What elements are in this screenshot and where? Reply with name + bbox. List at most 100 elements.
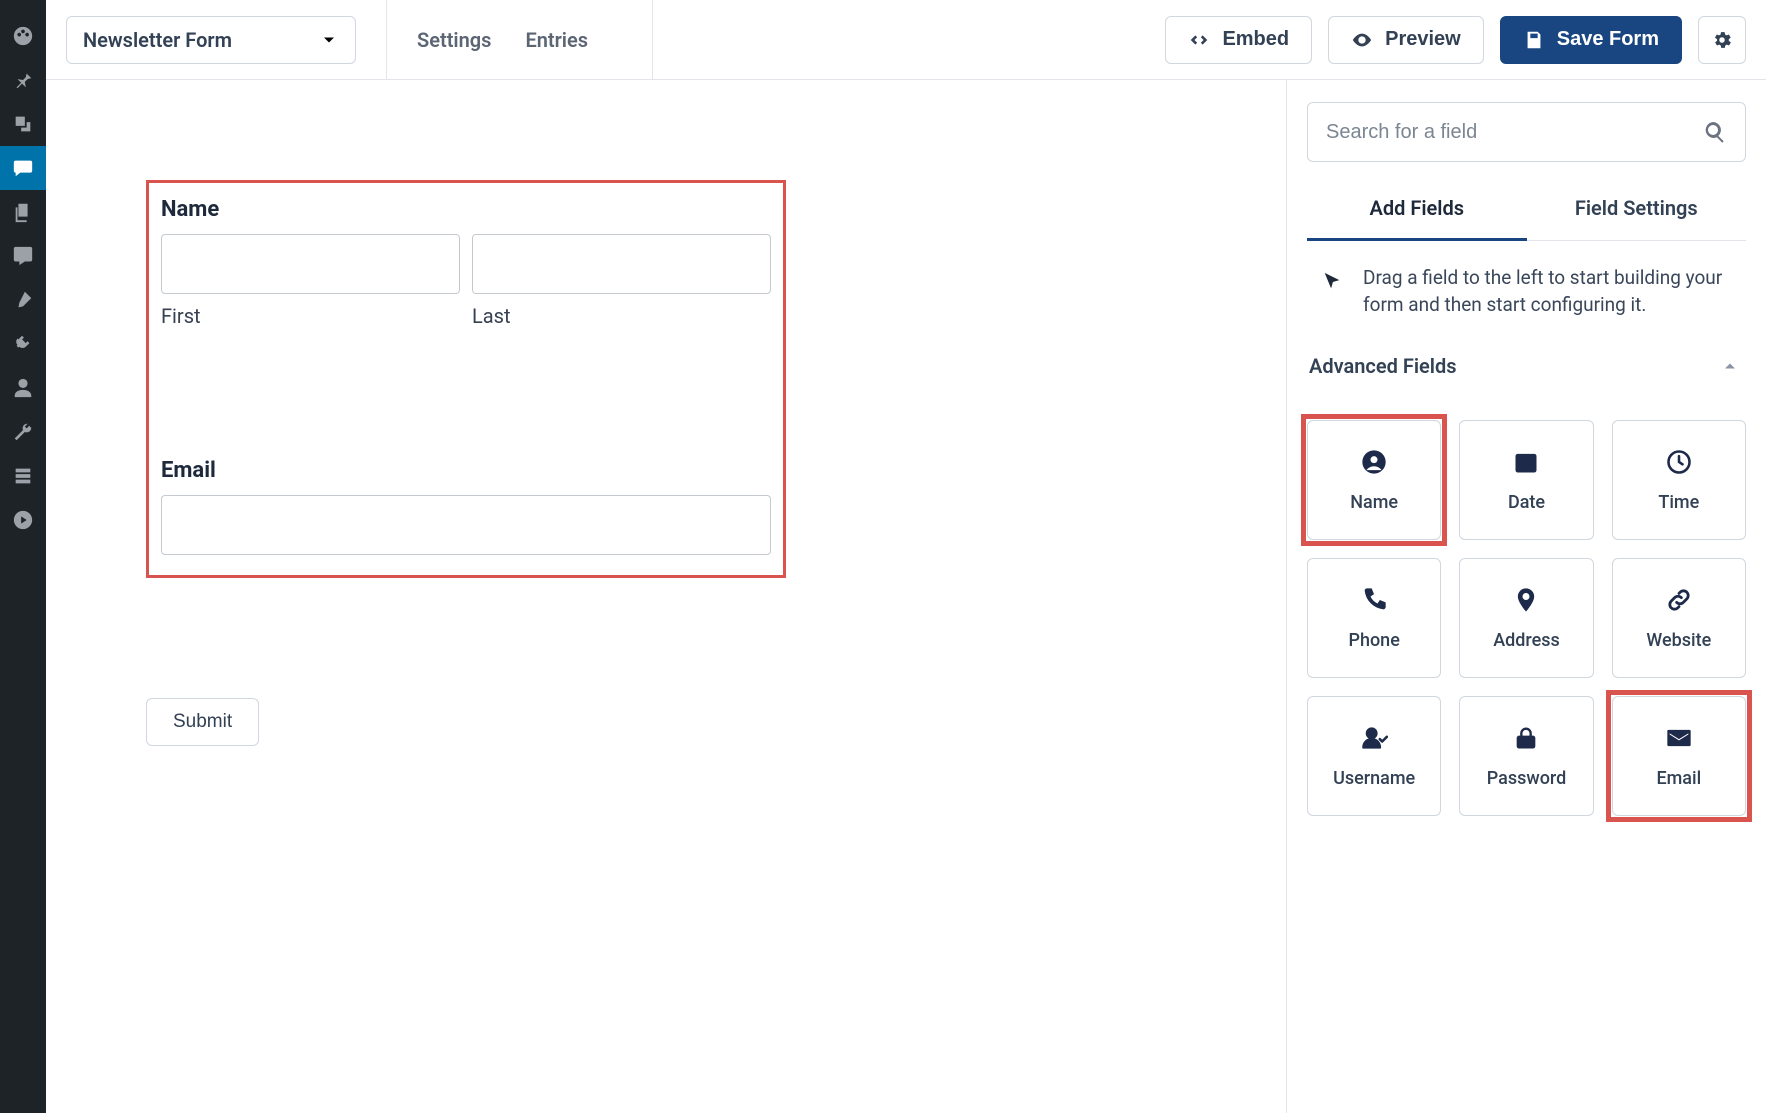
field-card-label: Password xyxy=(1487,768,1567,789)
chevron-up-icon xyxy=(1720,356,1740,376)
name-field-label: Name xyxy=(161,197,771,222)
user-circle-icon xyxy=(1360,448,1388,476)
field-card-label: Date xyxy=(1508,492,1545,513)
nav-tools[interactable] xyxy=(0,410,46,454)
fields-panel: Add Fields Field Settings Drag a field t… xyxy=(1286,80,1766,1113)
field-card[interactable]: Email xyxy=(1612,696,1746,816)
editor-body: Name First Last Email Sub xyxy=(46,80,1766,1113)
first-sublabel: First xyxy=(161,304,460,328)
nav-pages[interactable] xyxy=(0,190,46,234)
lock-icon xyxy=(1512,724,1540,752)
field-card-label: Username xyxy=(1333,768,1415,789)
field-card[interactable]: Username xyxy=(1307,696,1441,816)
field-card[interactable]: Name xyxy=(1307,420,1441,540)
form-canvas[interactable]: Name First Last Email Sub xyxy=(46,80,1286,1113)
save-button[interactable]: Save Form xyxy=(1500,16,1682,64)
tab-add-fields[interactable]: Add Fields xyxy=(1307,180,1527,241)
field-card-label: Address xyxy=(1493,630,1560,651)
name-field[interactable]: First Last xyxy=(161,234,771,328)
section-advanced-fields[interactable]: Advanced Fields xyxy=(1307,328,1746,390)
pin-icon xyxy=(1512,586,1540,614)
tab-field-settings[interactable]: Field Settings xyxy=(1527,180,1747,241)
drag-hint-text: Drag a field to the left to start buildi… xyxy=(1363,265,1740,318)
divider xyxy=(652,0,653,80)
phone-icon xyxy=(1360,586,1388,614)
wrench-icon xyxy=(12,421,34,443)
nav-dashboard[interactable] xyxy=(0,14,46,58)
mail-icon xyxy=(1665,724,1693,752)
nav-video[interactable] xyxy=(0,498,46,542)
form-selector-label: Newsletter Form xyxy=(83,28,232,52)
field-card-label: Phone xyxy=(1348,630,1399,651)
pages-icon xyxy=(12,201,34,223)
email-field-label: Email xyxy=(161,458,771,483)
field-card-label: Time xyxy=(1658,492,1699,513)
calendar-icon xyxy=(1512,448,1540,476)
advanced-fields-grid: Name Date Time Phone Address Website Username P… xyxy=(1307,390,1746,816)
email-field[interactable]: Email xyxy=(161,458,771,555)
highlighted-region: Name First Last Email xyxy=(146,180,786,578)
main-area: Newsletter Form Settings Entries Embed P… xyxy=(46,0,1766,1113)
wp-admin-sidebar xyxy=(0,0,46,1113)
field-card[interactable]: Address xyxy=(1459,558,1593,678)
sliders-icon xyxy=(12,465,34,487)
field-card[interactable]: Website xyxy=(1612,558,1746,678)
nav-forms[interactable] xyxy=(0,146,46,190)
field-card[interactable]: Time xyxy=(1612,420,1746,540)
nav-pin[interactable] xyxy=(0,58,46,102)
nav-media[interactable] xyxy=(0,102,46,146)
drag-hint: Drag a field to the left to start buildi… xyxy=(1307,241,1746,328)
chevron-down-icon xyxy=(319,30,339,50)
preview-button[interactable]: Preview xyxy=(1328,16,1484,64)
nav-settings[interactable] xyxy=(0,454,46,498)
field-search[interactable] xyxy=(1307,102,1746,162)
nav-comments[interactable] xyxy=(0,234,46,278)
cursor-icon xyxy=(1321,271,1343,293)
nav-plugins[interactable] xyxy=(0,322,46,366)
field-search-input[interactable] xyxy=(1326,121,1703,144)
last-sublabel: Last xyxy=(472,304,771,328)
save-icon xyxy=(1523,29,1545,51)
plug-icon xyxy=(12,333,34,355)
field-card[interactable]: Date xyxy=(1459,420,1593,540)
comment-icon xyxy=(12,245,34,267)
field-card-label: Name xyxy=(1350,492,1398,513)
section-label: Advanced Fields xyxy=(1309,354,1457,378)
submit-label: Submit xyxy=(173,711,232,733)
form-selector[interactable]: Newsletter Form xyxy=(66,16,356,64)
tab-entries[interactable]: Entries xyxy=(525,28,588,52)
save-label: Save Form xyxy=(1557,28,1659,51)
field-card-password[interactable]: Password xyxy=(1459,696,1593,816)
nav-users[interactable] xyxy=(0,366,46,410)
field-card-time[interactable]: Time xyxy=(1612,420,1746,540)
form-settings-button[interactable] xyxy=(1698,16,1746,64)
field-card-username[interactable]: Username xyxy=(1307,696,1441,816)
field-card-phone[interactable]: Phone xyxy=(1307,558,1441,678)
tab-settings[interactable]: Settings xyxy=(417,28,491,52)
embed-label: Embed xyxy=(1222,28,1289,51)
email-input[interactable] xyxy=(161,495,771,555)
field-card-address[interactable]: Address xyxy=(1459,558,1593,678)
panel-tabs: Add Fields Field Settings xyxy=(1307,180,1746,241)
dashboard-icon xyxy=(12,25,34,47)
field-card-website[interactable]: Website xyxy=(1612,558,1746,678)
user-check-icon xyxy=(1360,724,1388,752)
brush-icon xyxy=(12,289,34,311)
field-card-label: Website xyxy=(1646,630,1711,651)
clock-icon xyxy=(1665,448,1693,476)
embed-button[interactable]: Embed xyxy=(1165,16,1312,64)
user-icon xyxy=(12,377,34,399)
form-icon xyxy=(12,157,34,179)
field-card[interactable]: Password xyxy=(1459,696,1593,816)
field-card-email[interactable]: Email xyxy=(1612,696,1746,816)
gear-icon xyxy=(1711,29,1733,51)
preview-label: Preview xyxy=(1385,28,1461,51)
nav-appearance[interactable] xyxy=(0,278,46,322)
field-card[interactable]: Phone xyxy=(1307,558,1441,678)
submit-button[interactable]: Submit xyxy=(146,698,259,746)
last-name-input[interactable] xyxy=(472,234,771,294)
field-card-date[interactable]: Date xyxy=(1459,420,1593,540)
first-name-input[interactable] xyxy=(161,234,460,294)
pushpin-icon xyxy=(12,69,34,91)
field-card-name[interactable]: Name xyxy=(1307,420,1441,540)
